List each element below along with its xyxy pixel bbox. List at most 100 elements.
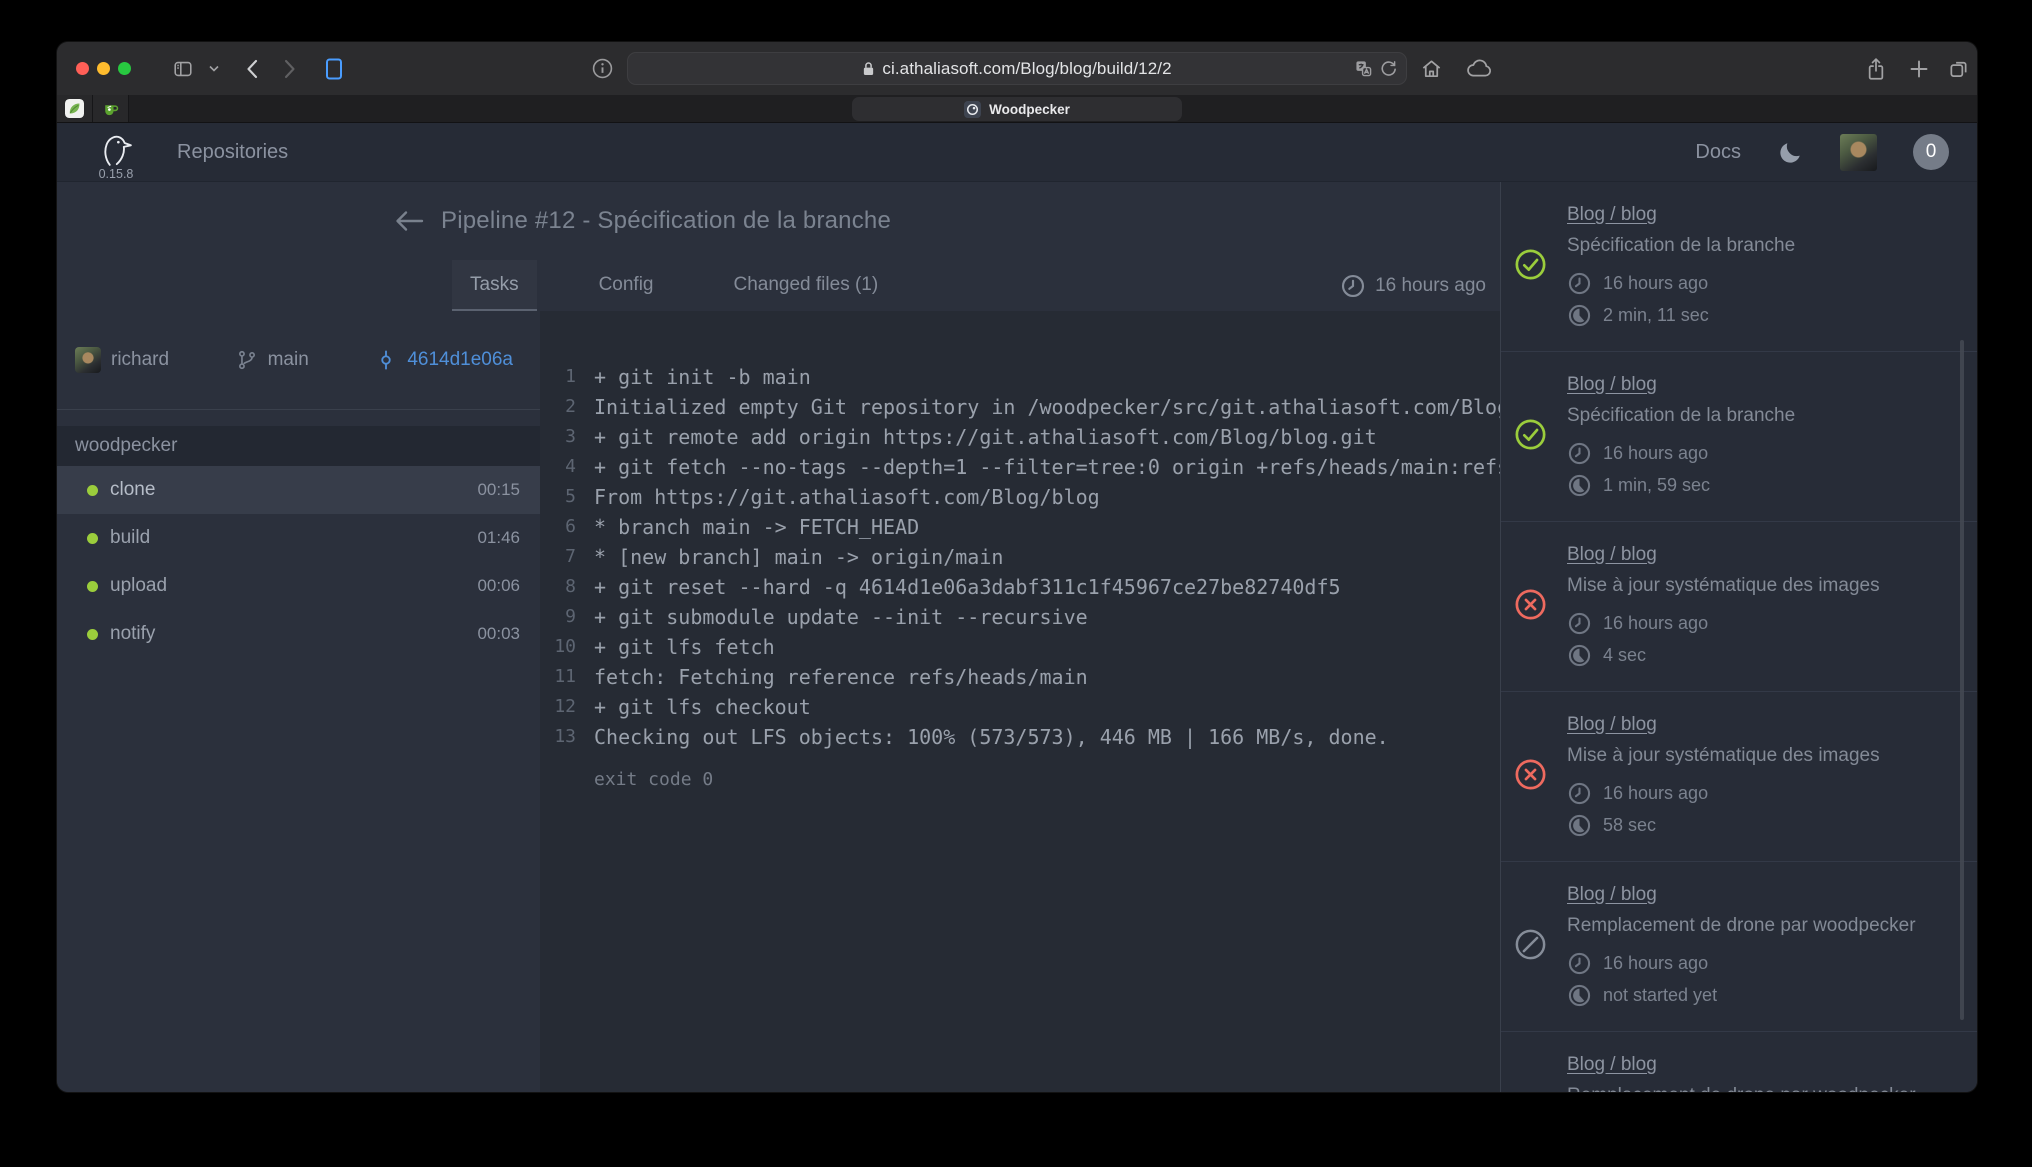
- log-lines: 1+ git init -b main2Initialized empty Gi…: [540, 362, 1500, 752]
- pipeline-title: Pipeline #12 - Spécification de la branc…: [441, 207, 891, 235]
- back-arrow-icon[interactable]: [393, 208, 425, 234]
- build-message: Remplacement de drone par woodpecker: [1567, 915, 1957, 937]
- log-panel[interactable]: 1+ git init -b main2Initialized empty Gi…: [540, 311, 1500, 1092]
- log-line: 4+ git fetch --no-tags --depth=1 --filte…: [540, 452, 1500, 482]
- build-time-ago: 16 hours ago: [1603, 273, 1708, 294]
- home-icon[interactable]: [1413, 42, 1449, 95]
- browser-tab-strip: Woodpecker: [57, 95, 1977, 123]
- build-status-success-icon: [1515, 419, 1546, 450]
- browser-tab-woodpecker[interactable]: Woodpecker: [852, 97, 1182, 121]
- build-entry[interactable]: Blog / blogRemplacement de drone par woo…: [1501, 1032, 1977, 1092]
- duration-icon: [1567, 473, 1592, 498]
- log-line: 7 * [new branch] main -> origin/main: [540, 542, 1500, 572]
- step-duration: 01:46: [477, 528, 520, 548]
- build-repo-link[interactable]: Blog / blog: [1567, 374, 1657, 396]
- forward-icon[interactable]: [273, 54, 307, 84]
- step-status-dot: [87, 581, 98, 592]
- log-line-text: + git submodule update --init --recursiv…: [594, 602, 1088, 632]
- step-name: build: [110, 527, 150, 549]
- pipeline-header: Pipeline #12 - Spécification de la branc…: [57, 182, 1500, 311]
- gitea-favicon-icon: [102, 100, 120, 118]
- build-repo-link[interactable]: Blog / blog: [1567, 884, 1657, 906]
- close-window-button[interactable]: [76, 62, 89, 75]
- info-icon[interactable]: [585, 42, 619, 95]
- woodpecker-logo[interactable]: 0.15.8: [97, 132, 135, 181]
- share-icon[interactable]: [1857, 42, 1895, 95]
- nav-repositories[interactable]: Repositories: [177, 141, 288, 164]
- pinned-tab-gitea[interactable]: [93, 95, 129, 122]
- build-status-failure-icon: [1515, 759, 1546, 790]
- step-clone[interactable]: clone00:15: [57, 466, 540, 514]
- pipeline-time-ago: 16 hours ago: [1375, 275, 1486, 297]
- build-repo-link[interactable]: Blog / blog: [1567, 544, 1657, 566]
- app-version: 0.15.8: [99, 167, 134, 181]
- tab-overview-icon[interactable]: [1939, 42, 1977, 95]
- commit-group[interactable]: 4614d1e06a: [375, 349, 513, 371]
- build-entry[interactable]: Blog / blog Spécification de la branche 16…: [1501, 182, 1977, 352]
- tab-config[interactable]: Config: [581, 260, 672, 311]
- build-time-ago-row: 16 hours ago: [1567, 950, 1957, 977]
- build-message: Spécification de la branche: [1567, 235, 1957, 257]
- tab-tasks[interactable]: Tasks: [452, 260, 537, 311]
- log-line-number: 7: [540, 542, 576, 572]
- chevron-down-icon[interactable]: [205, 54, 223, 84]
- screen: ci.athaliasoft.com/Blog/blog/build/12/2: [0, 0, 2032, 1167]
- step-notify[interactable]: notify00:03: [57, 610, 540, 658]
- build-entry[interactable]: Blog / blog Mise à jour systématique des …: [1501, 692, 1977, 862]
- build-entry[interactable]: Blog / blogMise à jour systématique des …: [1501, 522, 1977, 692]
- step-status-dot: [87, 533, 98, 544]
- reload-icon[interactable]: [1380, 60, 1397, 77]
- build-message: Mise à jour systématique des images: [1567, 745, 1957, 767]
- reader-page-icon[interactable]: [315, 54, 353, 84]
- build-time-ago: 16 hours ago: [1603, 613, 1708, 634]
- clock-icon: [1567, 441, 1592, 466]
- build-duration-row: 2 min, 11 sec: [1567, 302, 1957, 329]
- log-line-text: From https://git.athaliasoft.com/Blog/bl…: [594, 482, 1100, 512]
- log-line-text: + git lfs fetch: [594, 632, 775, 662]
- step-name: upload: [110, 575, 167, 597]
- tab-changed-files-1[interactable]: Changed files (1): [716, 260, 897, 311]
- build-time-ago-row: 16 hours ago: [1567, 270, 1957, 297]
- builds-sidebar: Blog / blog Spécification de la branche 16…: [1500, 182, 1977, 1092]
- notification-badge[interactable]: 0: [1913, 134, 1949, 170]
- log-line-number: 1: [540, 362, 576, 392]
- nav-docs[interactable]: Docs: [1695, 141, 1741, 164]
- step-name: clone: [110, 479, 155, 501]
- translate-icon[interactable]: [1355, 60, 1372, 77]
- minimize-window-button[interactable]: [97, 62, 110, 75]
- log-line-text: * branch main -> FETCH_HEAD: [594, 512, 919, 542]
- sidebar-toggle-icon[interactable]: [165, 54, 201, 84]
- build-time-ago-row: 16 hours ago: [1567, 610, 1957, 637]
- step-upload[interactable]: upload00:06: [57, 562, 540, 610]
- address-bar[interactable]: ci.athaliasoft.com/Blog/blog/build/12/2: [627, 52, 1407, 85]
- log-line: 5From https://git.athaliasoft.com/Blog/b…: [540, 482, 1500, 512]
- duration-icon: [1567, 643, 1592, 668]
- sidebar-scrollbar[interactable]: [1960, 340, 1964, 1020]
- user-avatar[interactable]: [1840, 134, 1877, 171]
- duration-icon: [1567, 983, 1592, 1008]
- log-line: 8+ git reset --hard -q 4614d1e06a3dabf31…: [540, 572, 1500, 602]
- log-line: 10+ git lfs fetch: [540, 632, 1500, 662]
- log-line-number: 3: [540, 422, 576, 452]
- cloud-icon[interactable]: [1459, 42, 1499, 95]
- log-line: 6* branch main -> FETCH_HEAD: [540, 512, 1500, 542]
- woodpecker-favicon-icon: [964, 101, 981, 118]
- log-line: 1+ git init -b main: [540, 362, 1500, 392]
- build-entry[interactable]: Blog / blogSpécification de la branche16…: [1501, 352, 1977, 522]
- author-avatar: [75, 347, 101, 373]
- step-build[interactable]: build 01:46: [57, 514, 540, 562]
- log-line: 3+ git remote add origin https://git.ath…: [540, 422, 1500, 452]
- build-duration: 1 min, 59 sec: [1603, 475, 1710, 496]
- zoom-window-button[interactable]: [118, 62, 131, 75]
- build-entry[interactable]: Blog / blog Remplacement de drone par woo…: [1501, 862, 1977, 1032]
- log-line-number: 9: [540, 602, 576, 632]
- dark-mode-moon-icon[interactable]: [1777, 139, 1804, 166]
- exit-code: exit code 0: [594, 769, 1500, 790]
- build-repo-link[interactable]: Blog / blog: [1567, 204, 1657, 226]
- build-repo-link[interactable]: Blog / blog: [1567, 714, 1657, 736]
- back-icon[interactable]: [235, 54, 269, 84]
- log-line-text: * [new branch] main -> origin/main: [594, 542, 1003, 572]
- build-repo-link[interactable]: Blog / blog: [1567, 1054, 1657, 1076]
- pinned-tab-leaf[interactable]: [57, 95, 93, 122]
- new-tab-icon[interactable]: [1900, 42, 1938, 95]
